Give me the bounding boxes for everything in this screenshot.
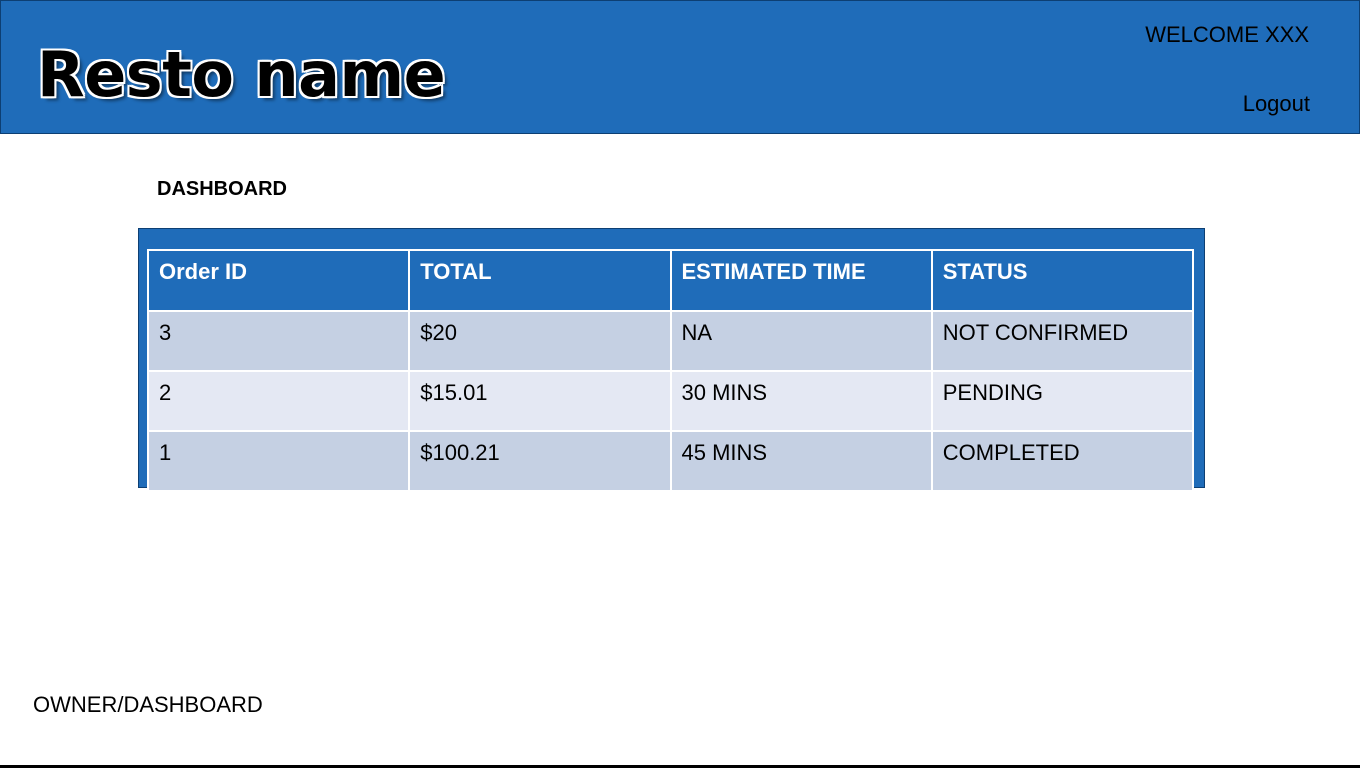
cell-estimated-time: NA xyxy=(669,310,933,372)
cell-status: NOT CONFIRMED xyxy=(930,310,1195,372)
table-row[interactable]: 2 $15.01 30 MINS PENDING xyxy=(146,370,1195,432)
cell-status: PENDING xyxy=(930,370,1195,432)
cell-order-id: 1 xyxy=(146,430,411,492)
table-row[interactable]: 3 $20 NA NOT CONFIRMED xyxy=(146,310,1195,372)
table-header-row: Order ID TOTAL ESTIMATED TIME STATUS xyxy=(146,249,1195,312)
page-title: DASHBOARD xyxy=(157,178,287,200)
brand-title: Resto name xyxy=(37,38,446,111)
cell-estimated-time: 30 MINS xyxy=(669,370,933,432)
cell-status: COMPLETED xyxy=(930,430,1195,492)
column-header-estimated-time: ESTIMATED TIME xyxy=(669,249,933,312)
column-header-total: TOTAL xyxy=(408,249,672,312)
orders-table: Order ID TOTAL ESTIMATED TIME STATUS 3 $… xyxy=(146,249,1195,492)
cell-order-id: 3 xyxy=(146,310,411,372)
welcome-text: WELCOME XXX xyxy=(1145,22,1309,47)
table-row[interactable]: 1 $100.21 45 MINS COMPLETED xyxy=(146,430,1195,492)
column-header-status: STATUS xyxy=(930,249,1195,312)
logout-link[interactable]: Logout xyxy=(1243,90,1310,118)
route-label: OWNER/DASHBOARD xyxy=(33,692,263,717)
cell-order-id: 2 xyxy=(146,370,411,432)
page: Resto name WELCOME XXX Logout DASHBOARD … xyxy=(0,0,1360,768)
cell-estimated-time: 45 MINS xyxy=(669,430,933,492)
header-bar: Resto name WELCOME XXX Logout xyxy=(0,0,1360,134)
cell-total: $15.01 xyxy=(408,370,672,432)
column-header-order-id: Order ID xyxy=(146,249,411,312)
cell-total: $20 xyxy=(408,310,672,372)
cell-total: $100.21 xyxy=(408,430,672,492)
